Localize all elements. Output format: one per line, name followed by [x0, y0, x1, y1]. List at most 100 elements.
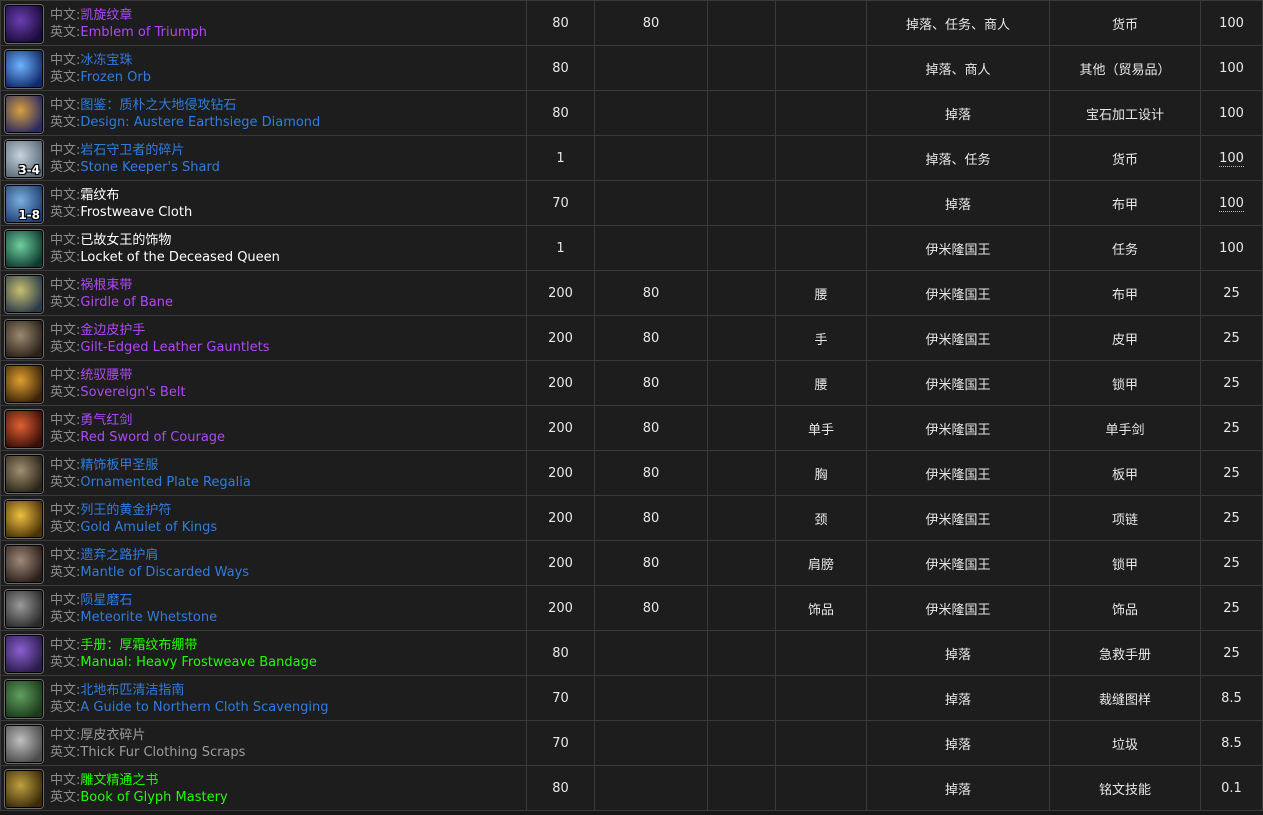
- gauntlets-icon[interactable]: [5, 320, 43, 358]
- item-names: 中文:图鉴：质朴之大地侵攻钻石 英文:Design: Austere Earths…: [50, 97, 320, 131]
- item-name-en[interactable]: Gold Amulet of Kings: [80, 520, 217, 535]
- item-name-en[interactable]: Girdle of Bane: [80, 295, 173, 310]
- required-level: [594, 765, 708, 811]
- locket-icon[interactable]: [5, 230, 43, 268]
- item-level: 70: [526, 720, 595, 766]
- chest-armor-icon[interactable]: [5, 455, 43, 493]
- cn-label: 中文:: [50, 8, 81, 23]
- glyph-book-icon[interactable]: [5, 770, 43, 808]
- guide-book-icon[interactable]: [5, 680, 43, 718]
- drop-rate: 25: [1200, 540, 1263, 586]
- scraps-icon[interactable]: [5, 725, 43, 763]
- drop-rate: 25: [1200, 405, 1263, 451]
- item-name-cn[interactable]: 手册：厚霜纹布绷带: [80, 638, 197, 653]
- drop-rate: 8.5: [1200, 720, 1263, 766]
- drop-rate: 25: [1200, 495, 1263, 541]
- item-name-cn[interactable]: 北地布匹清洁指南: [80, 683, 184, 698]
- item-name-en[interactable]: Thick Fur Clothing Scraps: [80, 745, 245, 760]
- item-name-cn[interactable]: 陨星磨石: [80, 593, 132, 608]
- cn-label: 中文:: [50, 53, 81, 68]
- item-name-cn[interactable]: 已故女王的饰物: [80, 233, 171, 248]
- item-name-en[interactable]: Frozen Orb: [80, 70, 151, 85]
- source: 掉落: [866, 720, 1050, 766]
- whetstone-icon[interactable]: [5, 590, 43, 628]
- manual-book-icon[interactable]: [5, 635, 43, 673]
- drop-rate-value[interactable]: 100: [1219, 195, 1244, 212]
- required-level: [594, 720, 708, 766]
- cloth-icon[interactable]: 1-8: [5, 185, 43, 223]
- amulet-icon[interactable]: [5, 500, 43, 538]
- cn-line: 中文:陨星磨石: [50, 592, 217, 609]
- source: 掉落: [866, 765, 1050, 811]
- item-name-cn[interactable]: 精饰板甲圣服: [80, 458, 158, 473]
- item-name-en[interactable]: Manual: Heavy Frostweave Bandage: [80, 655, 316, 670]
- item-name-en[interactable]: A Guide to Northern Cloth Scavenging: [80, 700, 328, 715]
- item-name-cn[interactable]: 冰冻宝珠: [80, 53, 132, 68]
- required-level: [594, 45, 708, 91]
- item-name-cn[interactable]: 统驭腰带: [80, 368, 132, 383]
- item-name-cn[interactable]: 列王的黄金护符: [80, 503, 171, 518]
- sword-icon[interactable]: [5, 410, 43, 448]
- design-scroll-icon[interactable]: [5, 95, 43, 133]
- source: 伊米隆国王: [866, 315, 1050, 361]
- en-line: 英文:Meteorite Whetstone: [50, 609, 217, 626]
- item-type: 饰品: [1049, 585, 1201, 631]
- item-name-en[interactable]: Stone Keeper's Shard: [80, 160, 219, 175]
- item-name-cn[interactable]: 厚皮衣碎片: [80, 728, 145, 743]
- stack-count: 3-4: [18, 163, 40, 177]
- cn-line: 中文:手册：厚霜纹布绷带: [50, 637, 317, 654]
- item-level: 70: [526, 675, 595, 721]
- item-name-cn[interactable]: 祸根束带: [80, 278, 132, 293]
- en-line: 英文:Stone Keeper's Shard: [50, 159, 220, 176]
- item-name-en[interactable]: Sovereign's Belt: [80, 385, 185, 400]
- drop-rate-value: 0.1: [1221, 780, 1242, 796]
- item-name-cn[interactable]: 遗弃之路护肩: [80, 548, 158, 563]
- drop-rate-value[interactable]: 100: [1219, 150, 1244, 167]
- item-name-cn[interactable]: 图鉴：质朴之大地侵攻钻石: [80, 98, 236, 113]
- drop-rate-value: 100: [1219, 15, 1244, 31]
- item-name-en[interactable]: Design: Austere Earthsiege Diamond: [80, 115, 320, 130]
- item-name-en[interactable]: Frostweave Cloth: [80, 205, 192, 220]
- item-name-en[interactable]: Locket of the Deceased Queen: [80, 250, 280, 265]
- drop-rate: 100: [1200, 135, 1263, 181]
- item-name-cn[interactable]: 凯旋纹章: [80, 8, 132, 23]
- item-name-cn[interactable]: 霜纹布: [80, 188, 119, 203]
- cn-line: 中文:图鉴：质朴之大地侵攻钻石: [50, 97, 320, 114]
- table-row: 中文:手册：厚霜纹布绷带 英文:Manual: Heavy Frostweave …: [0, 630, 1263, 676]
- item-name-en[interactable]: Emblem of Triumph: [80, 25, 207, 40]
- required-level: 80: [594, 450, 708, 496]
- item-name-en[interactable]: Red Sword of Courage: [80, 430, 225, 445]
- en-label: 英文:: [50, 475, 81, 490]
- source: 伊米隆国王: [866, 585, 1050, 631]
- item-name-cn[interactable]: 勇气红剑: [80, 413, 132, 428]
- slot-extra: [707, 360, 776, 406]
- girdle-icon[interactable]: [5, 275, 43, 313]
- source: 伊米隆国王: [866, 360, 1050, 406]
- shoulder-icon[interactable]: [5, 545, 43, 583]
- item-name-cn[interactable]: 金边皮护手: [80, 323, 145, 338]
- table-row: 中文:北地布匹清洁指南 英文:A Guide to Northern Cloth …: [0, 675, 1263, 721]
- required-level: [594, 675, 708, 721]
- slot-extra: [707, 405, 776, 451]
- item-level: 200: [526, 405, 595, 451]
- item-name-en[interactable]: Gilt-Edged Leather Gauntlets: [80, 340, 269, 355]
- belt-icon[interactable]: [5, 365, 43, 403]
- item-name-en[interactable]: Meteorite Whetstone: [80, 610, 217, 625]
- item-level: 200: [526, 495, 595, 541]
- cn-label: 中文:: [50, 773, 81, 788]
- drop-rate-value: 25: [1223, 285, 1240, 301]
- item-name-en[interactable]: Mantle of Discarded Ways: [80, 565, 249, 580]
- cn-line: 中文:已故女王的饰物: [50, 232, 280, 249]
- item-name-en[interactable]: Ornamented Plate Regalia: [80, 475, 250, 490]
- item-name-en[interactable]: Book of Glyph Mastery: [80, 790, 227, 805]
- slot-extra: [707, 630, 776, 676]
- shard-icon[interactable]: 3-4: [5, 140, 43, 178]
- item-cell: 中文:统驭腰带 英文:Sovereign's Belt: [0, 360, 527, 406]
- en-label: 英文:: [50, 610, 81, 625]
- drop-rate: 25: [1200, 315, 1263, 361]
- item-name-cn[interactable]: 岩石守卫者的碎片: [80, 143, 184, 158]
- item-name-cn[interactable]: 雕文精通之书: [80, 773, 158, 788]
- emblem-icon[interactable]: [5, 5, 43, 43]
- frozen-orb-icon[interactable]: [5, 50, 43, 88]
- cn-label: 中文:: [50, 143, 81, 158]
